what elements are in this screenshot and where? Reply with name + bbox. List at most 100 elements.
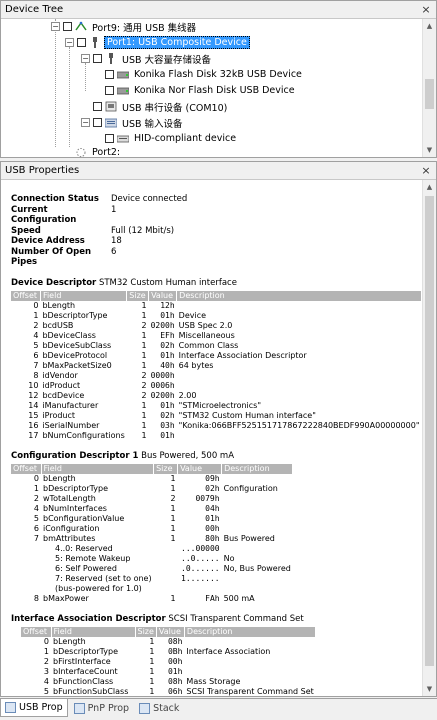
table-cell: No	[223, 553, 235, 563]
tree-item-label: HID-compliant device	[134, 133, 237, 144]
table-row: 2 bFirstInterface 1 00h	[21, 657, 316, 667]
tab-usb-prop[interactable]: USB Prop	[0, 699, 68, 717]
tree-connector	[85, 63, 86, 91]
table-cell: 8	[33, 370, 39, 380]
tree-checkbox[interactable]	[105, 134, 114, 143]
table-cell: Bus Powered	[223, 533, 275, 543]
table-cell: 02h	[205, 483, 220, 493]
tab-stack[interactable]: Stack	[135, 699, 183, 717]
scroll-down-arrow-icon[interactable]: ▼	[423, 682, 436, 696]
table-cell: 1	[149, 676, 155, 686]
usb-plug-icon	[93, 37, 97, 48]
table-cell: Mass Storage	[186, 676, 241, 686]
collapse-icon[interactable]: −	[65, 38, 74, 47]
table-row: 8 idVendor 2 0000h	[11, 371, 422, 381]
usb-properties-header: USB Properties ×	[1, 162, 436, 180]
device-tree-pane: Device Tree × − Port9: 通用 USB 集线器 − Port…	[0, 0, 437, 158]
table-cell: 1	[141, 330, 147, 340]
summary-key: Speed	[11, 225, 41, 236]
stack-icon	[139, 702, 151, 714]
table-cell: 10	[28, 380, 39, 390]
tree-item-nor-flash-disk[interactable]: Konika Nor Flash Disk USB Device	[105, 83, 297, 98]
usb-plug-icon	[109, 53, 113, 64]
scroll-thumb[interactable]	[425, 79, 434, 109]
tree-item-mass-storage[interactable]: − USB 大容量存储设备	[81, 51, 213, 66]
table-cell: bDescriptorType	[53, 646, 119, 656]
table-cell	[222, 524, 293, 534]
table-cell: 01h	[160, 350, 175, 360]
table-cell: 1	[170, 593, 176, 603]
tree-item-flash-disk[interactable]: Konika Flash Disk 32kB USB Device	[105, 67, 304, 82]
summary-value: Device connected	[111, 194, 188, 204]
table-cell: 1	[149, 666, 155, 676]
tree-item-input-device[interactable]: − USB 输入设备	[81, 115, 185, 130]
summary-key: Current Configuration	[11, 204, 77, 226]
tree-checkbox[interactable]	[105, 86, 114, 95]
table-row: 7 bMaxPacketSize0 1 40h 64 bytes	[11, 361, 422, 371]
table-cell: bDescriptorType	[42, 310, 108, 320]
tree-item-port9[interactable]: − Port9: 通用 USB 集线器	[51, 19, 198, 34]
table-cell: idVendor	[42, 370, 78, 380]
table-cell: 01h	[160, 400, 175, 410]
collapse-icon[interactable]: −	[51, 22, 60, 31]
table-cell: bmAttributes	[43, 533, 96, 543]
usb-properties-scrollbar[interactable]: ▲ ▼	[422, 180, 436, 696]
table-cell: bMaxPacketSize0	[42, 360, 112, 370]
tree-item-label: Port2:	[92, 147, 121, 157]
tree-checkbox[interactable]	[93, 102, 102, 111]
table-cell: bLength	[42, 300, 76, 310]
table-row: 6 bDeviceProtocol 1 01h Interface Associatio…	[11, 351, 422, 361]
scroll-up-arrow-icon[interactable]: ▲	[423, 19, 436, 33]
summary-row: Connection Status Device connected	[11, 194, 422, 205]
table-cell: "STMicroelectronics"	[178, 400, 261, 410]
tree-checkbox[interactable]	[77, 38, 86, 47]
usb-properties-close-icon[interactable]: ×	[420, 164, 432, 177]
table-row: 10 idProduct 2 0006h	[11, 381, 422, 391]
table-cell: 1	[141, 410, 147, 420]
tree-checkbox[interactable]	[93, 54, 102, 63]
device-tree-header: Device Tree ×	[1, 1, 436, 19]
tree-item-port1[interactable]: − Port1: USB Composite Device	[65, 35, 250, 50]
table-cell: Interface Association	[186, 646, 271, 656]
disk-drive-icon	[117, 87, 129, 95]
table-cell: Configuration	[223, 483, 278, 493]
tree-checkbox[interactable]	[93, 118, 102, 127]
table-cell	[178, 584, 222, 594]
table-row: 0 bLength 1 09h	[11, 474, 293, 484]
table-cell: (bus-powered for 1.0)	[55, 583, 142, 593]
table-cell	[184, 667, 315, 677]
scroll-up-arrow-icon[interactable]: ▲	[423, 180, 436, 194]
table-cell: USB Spec 2.0	[178, 320, 233, 330]
table-cell: 5	[43, 686, 49, 696]
collapse-icon[interactable]: −	[81, 118, 90, 127]
table-row: 8 bMaxPower 1 FAh 500 mA	[11, 594, 293, 604]
tree-item-port2[interactable]: Port2:	[75, 145, 122, 157]
tab-pnp-prop[interactable]: PnP Prop	[70, 699, 133, 717]
table-cell: 01h	[160, 310, 175, 320]
table-cell	[177, 431, 422, 441]
table-row: 7 bmAttributes 1 80h Bus Powered	[11, 534, 293, 544]
column-header: Field	[41, 463, 155, 474]
table-cell: 1	[149, 646, 155, 656]
table-cell: 16	[28, 420, 39, 430]
table-cell: 1	[141, 340, 147, 350]
table-cell: 08h	[167, 676, 183, 686]
table-row: 1 bDescriptorType 1 0Bh Interface Associatio…	[21, 647, 316, 657]
tree-checkbox[interactable]	[105, 70, 114, 79]
scroll-down-arrow-icon[interactable]: ▼	[423, 143, 436, 157]
tree-item-serial-device[interactable]: USB 串行设备 (COM10)	[93, 99, 229, 114]
table-row: 0 bLength 1 08h	[21, 637, 316, 647]
tree-item-hid[interactable]: HID-compliant device	[105, 131, 238, 146]
table-cell	[222, 504, 293, 514]
table-cell: SCSI Transparent Command Set	[186, 686, 314, 696]
table-cell: 04h	[205, 503, 220, 513]
column-header: Value	[148, 290, 178, 301]
table-cell: 0000h	[150, 370, 175, 380]
device-tree-close-icon[interactable]: ×	[420, 3, 432, 16]
table-cell: 7	[33, 533, 39, 543]
serial-port-icon	[105, 101, 117, 112]
tree-checkbox[interactable]	[63, 22, 72, 31]
device-tree-scrollbar[interactable]: ▲ ▼	[422, 19, 436, 157]
collapse-icon[interactable]: −	[81, 54, 90, 63]
scroll-thumb[interactable]	[425, 196, 434, 666]
